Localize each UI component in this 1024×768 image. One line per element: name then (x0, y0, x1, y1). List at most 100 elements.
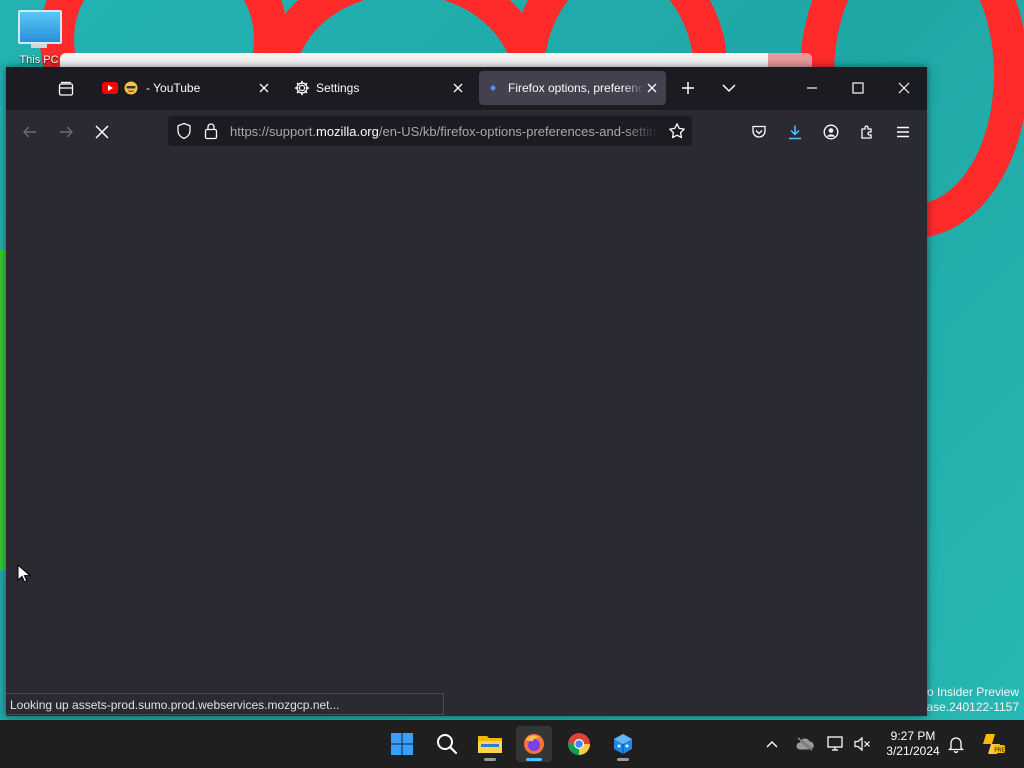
firefox-icon (524, 734, 544, 754)
monitor-stand (31, 44, 47, 48)
puzzle-icon (861, 125, 872, 139)
file-explorer-button[interactable] (472, 726, 508, 762)
network-tray-button[interactable] (826, 734, 846, 754)
url-domain: mozilla.org (316, 124, 379, 139)
close-icon (259, 83, 269, 93)
volume-muted-icon (854, 736, 870, 752)
onedrive-tray-button[interactable] (795, 734, 815, 754)
navigation-toolbar: https://support.mozilla.org/en-US/kb/fir… (6, 110, 927, 152)
gear-icon (294, 80, 310, 96)
forward-arrow-icon (60, 126, 73, 138)
loading-dot-icon (490, 85, 496, 91)
copilot-badge-text: PRE (994, 748, 1005, 754)
page-content-area[interactable] (6, 151, 927, 716)
hamburger-icon (897, 126, 909, 138)
chevron-up-icon (766, 741, 778, 748)
pocket-icon (752, 125, 766, 138)
url-path: /en-US/kb/firefox-options-preferences-an… (378, 124, 658, 139)
close-icon (95, 125, 109, 139)
url-prefix: https://support. (230, 124, 316, 139)
stop-loading-button[interactable] (88, 118, 116, 146)
notifications-button[interactable] (946, 734, 966, 754)
network-monitor-icon (827, 736, 843, 751)
tab-title: - YouTube (146, 81, 201, 95)
firefox-view-button[interactable] (54, 77, 78, 101)
forward-button[interactable] (52, 118, 80, 146)
mouse-cursor-icon (17, 564, 31, 583)
account-icon (823, 124, 839, 140)
tab-firefox-options[interactable]: Firefox options, preferences and setting… (479, 71, 666, 105)
search-icon (437, 734, 458, 755)
firefox-window: - YouTube Settings Firefox options, pref… (6, 67, 927, 716)
copilot-button[interactable]: PRE (980, 734, 1006, 754)
pocket-button[interactable] (745, 118, 773, 146)
close-icon (453, 83, 463, 93)
youtube-icon (102, 82, 118, 94)
account-button[interactable] (817, 118, 845, 146)
clock-time: 9:27 PM (890, 729, 936, 743)
emoji-avatar-icon (124, 81, 138, 95)
show-hidden-icons-button[interactable] (762, 734, 782, 754)
tracking-protection-button[interactable] (176, 122, 192, 145)
new-tab-button[interactable] (673, 75, 703, 101)
minimize-icon (807, 87, 817, 89)
close-tab-button[interactable] (256, 80, 272, 96)
search-button[interactable] (429, 726, 465, 762)
extensions-button[interactable] (853, 118, 881, 146)
close-icon (647, 83, 657, 93)
monitor-icon (18, 10, 62, 44)
bell-icon (948, 737, 964, 753)
volume-tray-button[interactable] (852, 734, 872, 754)
taskbar: 9:27 PM 3/21/2024 PRE (0, 720, 1024, 768)
back-button[interactable] (16, 118, 44, 146)
cloud-offline-icon (796, 737, 814, 751)
lock-icon (204, 123, 218, 140)
tab-settings[interactable]: Settings (286, 71, 472, 105)
chrome-icon (568, 733, 590, 755)
copilot-icon: PRE (983, 734, 1005, 754)
back-arrow-icon (23, 126, 36, 138)
watermark-line-1: ro Insider Preview (922, 685, 1019, 699)
tab-youtube[interactable]: - YouTube (94, 71, 278, 105)
running-indicator (526, 758, 542, 761)
folder-icon (478, 736, 502, 753)
firefox-taskbar-button[interactable] (516, 726, 552, 762)
chrome-taskbar-button[interactable] (561, 726, 597, 762)
tab-bar: - YouTube Settings Firefox options, pref… (6, 67, 927, 110)
downloads-button[interactable] (781, 118, 809, 146)
minimize-button[interactable] (797, 75, 827, 101)
menu-button[interactable] (889, 118, 917, 146)
close-tab-button[interactable] (450, 80, 466, 96)
taskbar-clock[interactable]: 9:27 PM 3/21/2024 (880, 729, 946, 759)
windows-logo-icon (391, 733, 413, 755)
start-button[interactable] (384, 726, 420, 762)
clock-date: 3/21/2024 (886, 744, 940, 758)
app-taskbar-button[interactable] (605, 726, 641, 762)
list-all-tabs-button[interactable] (714, 75, 744, 101)
download-icon (789, 125, 801, 140)
watermark-line-2: ease.240122-1157 (919, 700, 1019, 714)
cube-app-icon (614, 734, 632, 754)
tab-title: Firefox options, preferences and setting… (508, 81, 644, 95)
chevron-down-icon (722, 84, 736, 93)
url-bar[interactable]: https://support.mozilla.org/en-US/kb/fir… (168, 116, 692, 146)
maximize-icon (852, 82, 864, 94)
desktop-icon-label: This PC (19, 54, 59, 66)
close-window-button[interactable] (889, 75, 919, 101)
tab-title: Settings (316, 81, 360, 95)
url-text[interactable]: https://support.mozilla.org/en-US/kb/fir… (230, 124, 658, 139)
running-indicator (617, 758, 629, 761)
desktop-icon-this-pc[interactable]: This PC (16, 10, 62, 66)
firefox-view-icon (58, 81, 74, 96)
close-tab-button[interactable] (644, 80, 660, 96)
site-info-button[interactable] (204, 122, 218, 145)
status-panel: Looking up assets-prod.sumo.prod.webserv… (6, 693, 444, 715)
maximize-button[interactable] (843, 75, 873, 101)
bookmark-page-button[interactable] (668, 122, 686, 145)
shield-icon (177, 122, 191, 140)
plus-icon (682, 82, 694, 94)
close-icon (898, 82, 910, 94)
star-icon (669, 123, 685, 139)
windows-watermark: ro Insider Preview ease.240122-1157 (920, 685, 1019, 715)
running-indicator (484, 758, 496, 761)
